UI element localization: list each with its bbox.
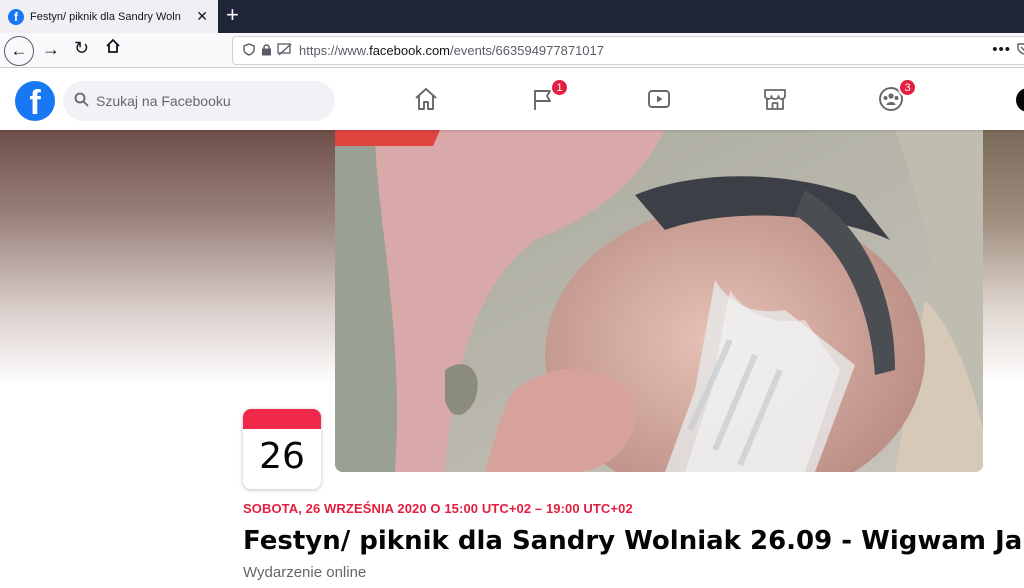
permissions-icon[interactable] — [277, 42, 299, 59]
url-text: https://www.facebook.com/events/66359497… — [299, 43, 604, 58]
search-box[interactable] — [63, 81, 335, 121]
nav-groups-tab[interactable]: 3 — [877, 78, 917, 113]
marketplace-store-icon — [764, 89, 786, 110]
forward-button[interactable]: → — [42, 39, 60, 60]
nav-home-tab[interactable] — [412, 85, 440, 113]
browser-tab[interactable]: f Festyn/ piknik dla Sandry Woln ✕ — [0, 0, 218, 33]
facebook-favicon-icon: f — [8, 8, 24, 25]
cover-blur-background-left — [0, 130, 335, 385]
search-input[interactable] — [96, 93, 316, 109]
address-bar[interactable]: https://www.facebook.com/events/66359497… — [232, 36, 1024, 65]
event-page-content: 26 SOBOTA, 26 WRZEŚNIA 2020 O 15:00 UTC+… — [0, 130, 1024, 588]
event-title: Festyn/ piknik dla Sandry Wolniak 26.09 … — [243, 526, 1024, 556]
event-date-badge: 26 — [243, 409, 321, 489]
home-button[interactable] — [105, 38, 121, 59]
pages-notification-badge: 1 — [550, 78, 569, 97]
groups-notification-badge: 3 — [898, 78, 917, 97]
cover-photo-image — [335, 130, 983, 472]
reload-button[interactable]: ↻ — [74, 38, 89, 59]
home-icon — [106, 38, 120, 53]
nav-marketplace-tab[interactable] — [761, 85, 789, 113]
url-prefix: https://www. — [299, 43, 370, 58]
browser-navbar: ← → ↻ https://www.facebook.com/events/66… — [0, 33, 1024, 68]
tab-title: Festyn/ piknik dla Sandry Woln — [30, 10, 181, 23]
lock-icon[interactable] — [261, 43, 277, 59]
url-path: /events/663594977871017 — [450, 43, 604, 58]
close-tab-icon[interactable]: ✕ — [196, 8, 208, 24]
tracking-shield-icon[interactable] — [243, 42, 261, 59]
event-day-number: 26 — [259, 436, 305, 477]
browser-tab-strip: f Festyn/ piknik dla Sandry Woln ✕ + — [0, 0, 1024, 33]
event-cover-photo[interactable] — [335, 130, 983, 472]
nav-pages-tab[interactable]: 1 — [529, 78, 569, 113]
date-badge-header — [243, 409, 321, 429]
home-icon — [415, 88, 437, 110]
nav-watch-tab[interactable] — [645, 85, 673, 113]
new-tab-button[interactable]: + — [226, 4, 239, 26]
back-button[interactable]: ← — [4, 36, 34, 66]
search-icon — [74, 92, 96, 111]
event-datetime: SOBOTA, 26 WRZEŚNIA 2020 O 15:00 UTC+02 … — [243, 501, 633, 516]
watch-video-icon — [648, 90, 670, 108]
event-type: Wydarzenie online — [243, 564, 367, 581]
page-actions-more-icon[interactable]: ••• — [992, 41, 1011, 58]
cover-blur-background-right — [983, 130, 1024, 385]
url-domain: facebook.com — [369, 43, 451, 58]
facebook-logo-icon[interactable]: f — [15, 81, 55, 121]
profile-avatar[interactable] — [1016, 88, 1024, 112]
pocket-icon[interactable] — [1017, 42, 1024, 58]
facebook-header: f 1 3 — [0, 68, 1024, 130]
